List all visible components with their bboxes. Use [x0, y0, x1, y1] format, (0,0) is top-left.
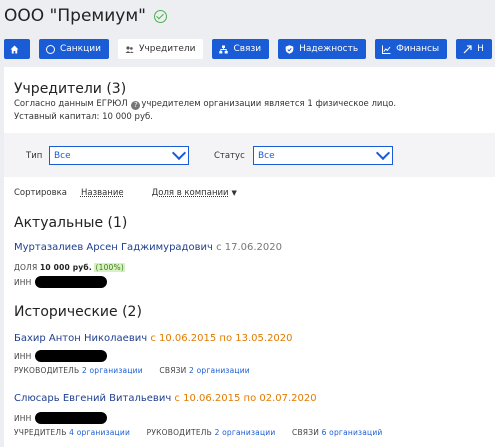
nav-links-label: Связи — [233, 44, 262, 54]
nav-home-button[interactable] — [4, 39, 30, 59]
nav-more-label: Н — [477, 44, 484, 54]
inn-label: ИНН — [14, 414, 32, 423]
person-dates: с 17.06.2020 — [216, 242, 283, 253]
link-value[interactable]: 4 организации — [69, 428, 130, 437]
nav-sanctions-button[interactable]: Санкции — [39, 39, 109, 59]
historical-title: Исторические (2) — [14, 304, 142, 320]
chart-icon — [382, 45, 391, 54]
link-value[interactable]: 6 организаций — [322, 428, 383, 437]
historical-links: РУКОВОДИТЕЛЬ 2 организации СВЯЗИ 2 орган… — [14, 366, 264, 375]
capital-text: Уставный капитал: 10 000 руб. — [14, 112, 153, 122]
person-dates: с 10.06.2015 по 13.05.2020 — [150, 333, 293, 344]
person-name-link[interactable]: Бахир Антон Николаевич — [14, 333, 147, 344]
person-dates: с 10.06.2015 по 02.07.2020 — [174, 393, 317, 404]
nav-more-button[interactable]: Н — [456, 39, 492, 59]
sort-label: Сортировка — [14, 188, 67, 198]
share-label: ДОЛЯ — [14, 263, 38, 272]
network-icon — [219, 45, 229, 54]
historical-inn: ИНН — [14, 350, 107, 362]
sort-bar: Сортировка Название Доля в компании ▼ — [14, 188, 237, 198]
redaction-bar — [34, 350, 107, 362]
type-filter-value: Все — [54, 151, 71, 161]
home-icon — [10, 45, 19, 54]
actual-title: Актуальные (1) — [14, 215, 128, 231]
nav-founders-button[interactable]: Учредители — [117, 39, 204, 59]
redaction-bar — [34, 412, 107, 424]
historical-person: Бахир Антон Николаевич с 10.06.2015 по 1… — [14, 333, 293, 344]
inn-label: ИНН — [14, 278, 32, 287]
globe-icon — [46, 44, 55, 54]
company-title: ООО "Премиум" — [4, 6, 167, 26]
share-value: 10 000 руб. — [40, 263, 92, 272]
founders-desc-before: Согласно данным ЕГРЮЛ — [14, 99, 128, 109]
nav-founders-label: Учредители — [138, 44, 196, 54]
link-label: СВЯЗИ — [159, 366, 187, 375]
chevron-down-icon — [375, 145, 391, 161]
status-filter-label: Статус — [214, 151, 245, 161]
nav-finance-button[interactable]: Финансы — [375, 39, 448, 59]
nav-reliability-label: Надежность — [299, 44, 359, 54]
person-name-link[interactable]: Муртазалиев Арсен Гаджимурадович — [14, 242, 213, 253]
historical-links: УЧРЕДИТЕЛЬ 4 организации РУКОВОДИТЕЛЬ 2 … — [14, 428, 396, 437]
share-percent: (100%) — [94, 263, 125, 272]
section-nav: Санкции Учредители Связи Надежность Фина… — [4, 39, 492, 59]
more-icon — [463, 44, 472, 54]
nav-links-button[interactable]: Связи — [212, 39, 270, 59]
link-value[interactable]: 2 организации — [189, 366, 250, 375]
founders-panel: Учредители (3) Согласно данным ЕГРЮЛ ? уч… — [4, 67, 495, 447]
nav-reliability-button[interactable]: Надежность — [278, 39, 367, 59]
users-icon — [125, 45, 134, 54]
sort-arrow-icon: ▼ — [231, 189, 237, 197]
sort-by-share-label: Доля в компании — [151, 188, 229, 198]
founders-description: Согласно данным ЕГРЮЛ ? учредителем орган… — [14, 99, 396, 110]
historical-inn: ИНН — [14, 412, 107, 424]
sort-by-name[interactable]: Название — [81, 188, 124, 198]
filter-bar: Тип Все Статус Все — [4, 133, 495, 177]
link-label: РУКОВОДИТЕЛЬ — [14, 366, 80, 375]
type-filter-select[interactable]: Все — [49, 145, 189, 165]
nav-sanctions-label: Санкции — [60, 44, 101, 54]
link-label: УЧРЕДИТЕЛЬ — [14, 428, 67, 437]
link-value[interactable]: 2 организации — [215, 428, 276, 437]
founders-title: Учредители (3) — [14, 81, 127, 97]
redaction-bar — [34, 276, 107, 288]
type-filter-label: Тип — [26, 151, 43, 161]
inn-label: ИНН — [14, 352, 32, 361]
link-value[interactable]: 2 организации — [82, 366, 143, 375]
actual-inn: ИНН — [14, 276, 107, 288]
status-filter-value: Все — [258, 151, 275, 161]
chevron-down-icon — [171, 145, 187, 161]
historical-person: Слюсарь Евгений Витальевич с 10.06.2015 … — [14, 393, 317, 404]
link-label: СВЯЗИ — [292, 428, 320, 437]
company-name: ООО "Премиум" — [4, 6, 146, 26]
status-filter-select[interactable]: Все — [253, 145, 393, 165]
help-icon[interactable]: ? — [131, 101, 141, 110]
link-label: РУКОВОДИТЕЛЬ — [146, 428, 212, 437]
shield-icon — [285, 44, 294, 54]
verified-check-icon — [153, 9, 167, 23]
sort-by-share[interactable]: Доля в компании ▼ — [152, 188, 237, 198]
actual-person: Муртазалиев Арсен Гаджимурадович с 17.06… — [14, 242, 282, 253]
nav-finance-label: Финансы — [396, 44, 440, 54]
founders-desc-after: учредителем организации является 1 физич… — [141, 99, 397, 109]
actual-share: ДОЛЯ 10 000 руб. (100%) — [14, 263, 125, 272]
person-name-link[interactable]: Слюсарь Евгений Витальевич — [14, 393, 171, 404]
